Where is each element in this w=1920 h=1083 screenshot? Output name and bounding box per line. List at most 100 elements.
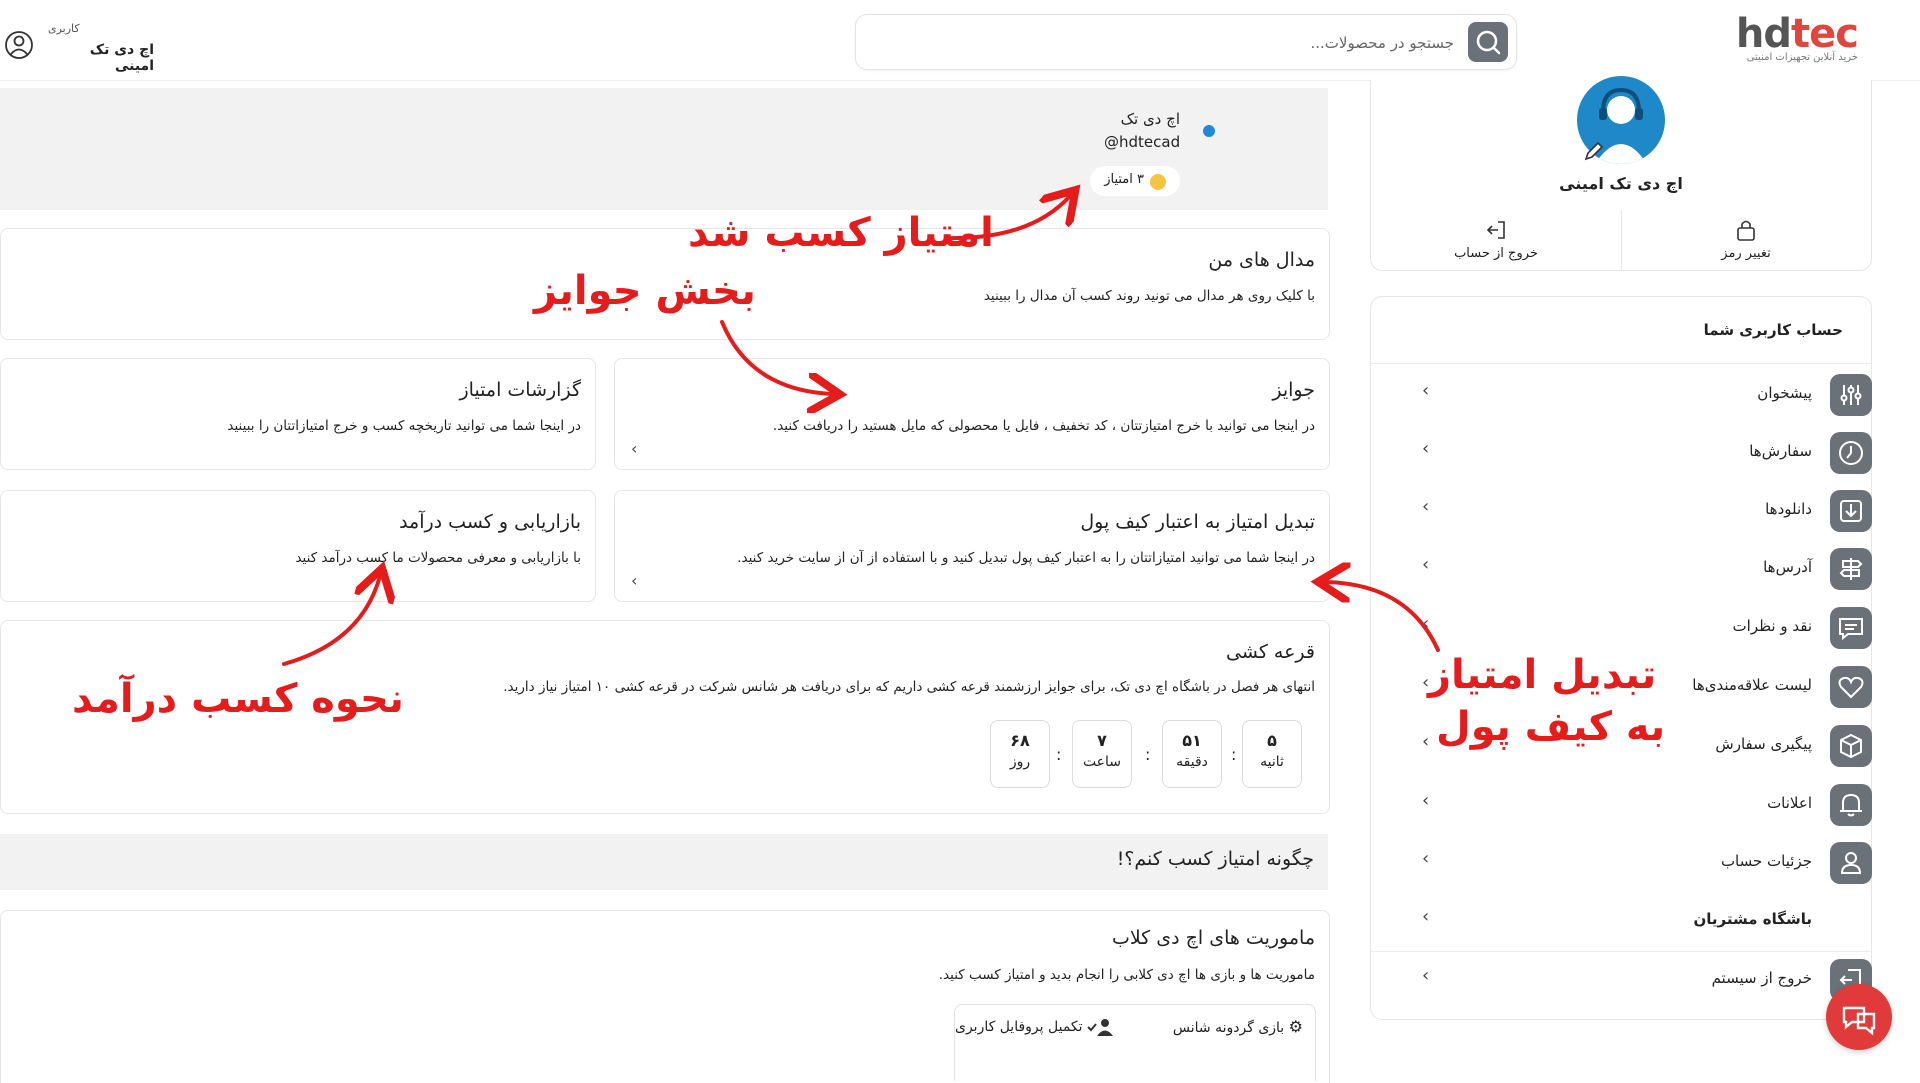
- sidebar-item-label: لیست علاقه‌مندی‌ها: [1692, 676, 1812, 694]
- user-check-icon: [1087, 1019, 1113, 1036]
- site-logo[interactable]: hdtec خرید آنلاین تجهیزات امنیتی: [1718, 11, 1859, 64]
- sidebar-item-logout[interactable]: خروج از سیستم ‹: [1402, 955, 1872, 1005]
- annotation-earn-income: نحوه کسب درآمد: [72, 676, 404, 722]
- logout-account-button[interactable]: خروج از حساب: [1371, 218, 1621, 268]
- timer-seconds: ۵ ثانیه: [1242, 720, 1302, 788]
- chevron-left-icon: ‹: [1422, 613, 1430, 634]
- timer-value: ۵: [1267, 731, 1277, 750]
- orders-icon: [1830, 432, 1872, 474]
- sidebar-divider: [1371, 363, 1871, 364]
- points-badge[interactable]: ۳ امتیاز: [1090, 166, 1180, 196]
- edit-pencil-icon[interactable]: [1583, 140, 1605, 162]
- logout-account-label: خروج از حساب: [1454, 246, 1538, 261]
- reports-title: گزارشات امتیاز: [459, 379, 581, 401]
- sidebar-item-orders[interactable]: سفارش‌ها ‹: [1402, 428, 1872, 478]
- sidebar-item-reviews[interactable]: نقد و نظرات ‹: [1402, 603, 1872, 653]
- chevron-left-icon: ‹: [1422, 496, 1430, 517]
- logo-text: hdtec: [1735, 11, 1859, 57]
- sidebar-item-dashboard[interactable]: پیشخوان ‹: [1402, 370, 1872, 420]
- missions-title: ماموریت های اچ دی کلاب: [1111, 927, 1315, 949]
- medals-desc: با کلیک روی هر مدال می تونید روند کسب آن…: [983, 288, 1315, 304]
- mission-lucky-wheel[interactable]: ⚙ بازی گردونه شانس: [1173, 1017, 1303, 1036]
- marketing-desc: با بازاریابی و معرفی محصولات ما کسب درآم…: [295, 550, 581, 566]
- chevron-left-icon: ‹: [1422, 438, 1430, 459]
- club-handle: @hdtecad: [1104, 133, 1181, 151]
- sidebar-item-addresses[interactable]: آدرس‌ها ‹: [1402, 544, 1872, 594]
- package-icon: [1830, 725, 1872, 767]
- mission-complete-profile[interactable]: تکمیل پروفایل کاربری: [955, 1017, 1115, 1037]
- header-user-menu[interactable]: کاربری اچ دی تک امینی: [4, 20, 154, 74]
- user-name-label: اچ دی تک امینی: [89, 42, 154, 74]
- sidebar-item-label: جزئیات حساب: [1720, 852, 1812, 870]
- status-dot: [1203, 125, 1215, 137]
- rewards-title: جوایز: [1272, 379, 1315, 401]
- chevron-left-icon: ‹: [1422, 965, 1430, 986]
- sidebar-divider-bottom: [1371, 951, 1871, 952]
- change-password-button[interactable]: تغییر رمز: [1621, 218, 1871, 268]
- medals-title: مدال های من: [1208, 249, 1315, 271]
- search-bar: [855, 14, 1517, 71]
- sidebar-item-label: نقد و نظرات: [1732, 617, 1812, 635]
- sidebar-item-customer-club[interactable]: باشگاه مشتریان ‹: [1402, 896, 1872, 946]
- heart-icon: [1830, 666, 1872, 708]
- wallet-title: تبدیل امتیاز به اعتبار کیف پول: [1080, 511, 1315, 533]
- lottery-title: قرعه کشی: [1226, 641, 1315, 663]
- timer-minutes: ۵۱ دقیقه: [1162, 720, 1222, 788]
- sidebar-item-downloads[interactable]: دانلودها ‹: [1402, 486, 1872, 536]
- mission-label: تکمیل پروفایل کاربری: [954, 1019, 1083, 1035]
- timer-unit: ثانیه: [1260, 754, 1284, 770]
- chevron-left-icon: ‹: [631, 571, 638, 590]
- points-label: ۳ امتیاز: [1104, 172, 1144, 187]
- search-button[interactable]: [1468, 22, 1508, 62]
- annotation-rewards-section: بخش جوایز: [534, 268, 756, 314]
- sidebar-item-notifications[interactable]: اعلانات ‹: [1402, 780, 1872, 830]
- annotation-wallet-line2: به کیف پول: [1436, 704, 1666, 750]
- timer-unit: ساعت: [1082, 754, 1122, 770]
- rewards-desc: در اینجا می توانید با خرج امتیازتتان ، ک…: [772, 418, 1315, 434]
- timer-separator: :: [1231, 745, 1237, 764]
- annotation-points-earned: امتیاز کسب شد: [688, 210, 994, 256]
- mission-label: بازی گردونه شانس: [1172, 1020, 1285, 1036]
- rewards-card[interactable]: جوایز در اینجا می توانید با خرج امتیازتت…: [614, 358, 1330, 470]
- annotation-wallet-line1: تبدیل امتیاز: [1428, 652, 1657, 698]
- exit-icon: [1486, 221, 1505, 239]
- sidebar-item-label: سفارش‌ها: [1749, 442, 1812, 460]
- coin-icon: [1150, 174, 1166, 190]
- chat-help-icon: [1842, 1006, 1876, 1036]
- sidebar-item-label: باشگاه مشتریان: [1693, 910, 1812, 928]
- chevron-left-icon: ‹: [1422, 848, 1430, 869]
- how-to-earn-title: چگونه امتیاز کسب کنم؟!: [1116, 848, 1314, 870]
- timer-days: ۶۸ روز: [990, 720, 1050, 788]
- missions-list: ⚙ بازی گردونه شانس تکمیل پروفایل کاربری: [954, 1004, 1316, 1081]
- sidebar-item-account-details[interactable]: جزئیات حساب ‹: [1402, 838, 1872, 888]
- timer-unit: دقیقه: [1176, 754, 1208, 770]
- club-name: اچ دی تک: [1120, 110, 1180, 128]
- timer-unit: روز: [1009, 754, 1031, 770]
- marketing-card[interactable]: بازاریابی و کسب درآمد با بازاریابی و معر…: [0, 490, 596, 602]
- dashboard-icon: [1830, 374, 1872, 416]
- reports-desc: در اینجا شما می توانید تاریخچه کسب و خرج…: [227, 418, 581, 434]
- points-reports-card[interactable]: گزارشات امتیاز در اینجا شما می توانید تا…: [0, 358, 596, 470]
- sidebar-item-label: اعلانات: [1767, 794, 1812, 812]
- support-chat-button[interactable]: [1826, 984, 1892, 1050]
- timer-value: ۵۱: [1182, 731, 1202, 750]
- search-input[interactable]: [892, 15, 1456, 71]
- profile-card: اچ دی تک امینی تغییر رمز خروج از حساب: [1370, 76, 1872, 271]
- timer-separator: :: [1145, 745, 1151, 764]
- timer-value: ۶۸: [1010, 731, 1030, 750]
- sidebar-title: حساب کاربری شما: [1703, 321, 1843, 339]
- sidebar-item-label: پیشخوان: [1757, 384, 1812, 402]
- wallet-conversion-card[interactable]: تبدیل امتیاز به اعتبار کیف پول در اینجا …: [614, 490, 1330, 602]
- comment-icon: [1830, 607, 1872, 649]
- chevron-left-icon: ‹: [1422, 380, 1430, 401]
- wallet-desc: در اینجا شما می توانید امتیازاتتان را به…: [737, 550, 1315, 566]
- sidebar-item-label: آدرس‌ها: [1763, 558, 1812, 576]
- missions-desc: ماموریت ها و بازی ها اچ دی کلابی را انجا…: [938, 967, 1315, 983]
- lock-icon: [1737, 220, 1755, 241]
- change-password-label: تغییر رمز: [1721, 246, 1771, 261]
- chevron-left-icon: ‹: [1422, 906, 1430, 927]
- user-icon: [1830, 842, 1872, 884]
- profile-name: اچ دی تک امینی: [1559, 174, 1683, 193]
- chevron-left-icon: ‹: [1422, 731, 1430, 752]
- chevron-left-icon: ‹: [1422, 790, 1430, 811]
